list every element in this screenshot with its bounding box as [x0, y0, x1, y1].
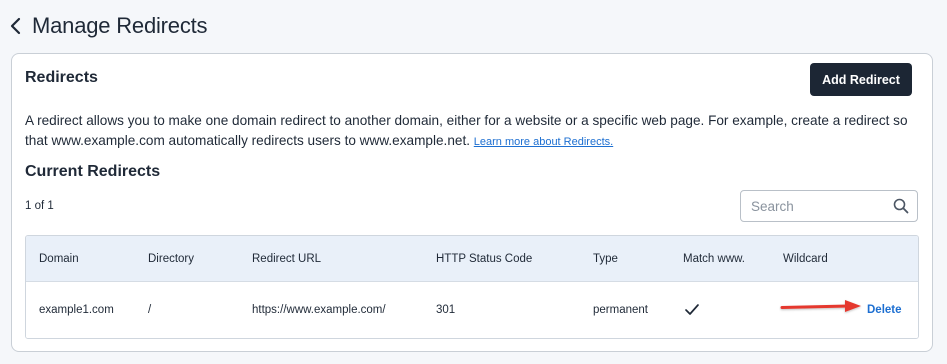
cell-redirect-url: https://www.example.com/: [252, 304, 386, 316]
checkmark-icon: [684, 303, 700, 317]
header-type[interactable]: Type: [593, 236, 618, 281]
redirects-table: Domain Directory Redirect URL HTTP Statu…: [25, 235, 919, 339]
search-icon[interactable]: [893, 198, 909, 214]
redirects-card: Redirects Add Redirect A redirect allows…: [11, 53, 933, 352]
table-header: Domain Directory Redirect URL HTTP Statu…: [26, 236, 918, 282]
description: A redirect allows you to make one domain…: [25, 111, 915, 152]
cell-domain: example1.com: [39, 304, 114, 316]
cell-type: permanent: [593, 304, 648, 316]
header-domain[interactable]: Domain: [39, 236, 79, 281]
header-wildcard[interactable]: Wildcard: [783, 236, 828, 281]
cell-status-code: 301: [436, 304, 456, 316]
chevron-left-icon[interactable]: [10, 10, 32, 42]
header-status-code[interactable]: HTTP Status Code: [436, 236, 532, 281]
cell-directory: /: [148, 304, 152, 316]
header-redirect-url[interactable]: Redirect URL: [252, 236, 321, 281]
delete-link[interactable]: Delete: [867, 304, 902, 316]
search-input[interactable]: [751, 198, 893, 214]
delete-button[interactable]: Delete: [867, 282, 902, 338]
page-title: Manage Redirects: [32, 13, 208, 38]
result-count: 1 of 1: [25, 200, 54, 212]
card-title: Redirects: [25, 69, 98, 86]
header-match-www[interactable]: Match www.: [683, 236, 745, 281]
cell-match-www: [684, 282, 700, 338]
red-arrow-annotation: [780, 300, 861, 312]
add-redirect-button[interactable]: Add Redirect: [810, 63, 912, 96]
description-text: A redirect allows you to make one domain…: [25, 113, 908, 148]
current-redirects-title: Current Redirects: [25, 163, 161, 180]
search-box[interactable]: [740, 190, 918, 222]
page-header: Manage Redirects: [10, 10, 208, 42]
learn-more-link[interactable]: Learn more about Redirects.: [474, 136, 613, 148]
header-directory[interactable]: Directory: [148, 236, 194, 281]
